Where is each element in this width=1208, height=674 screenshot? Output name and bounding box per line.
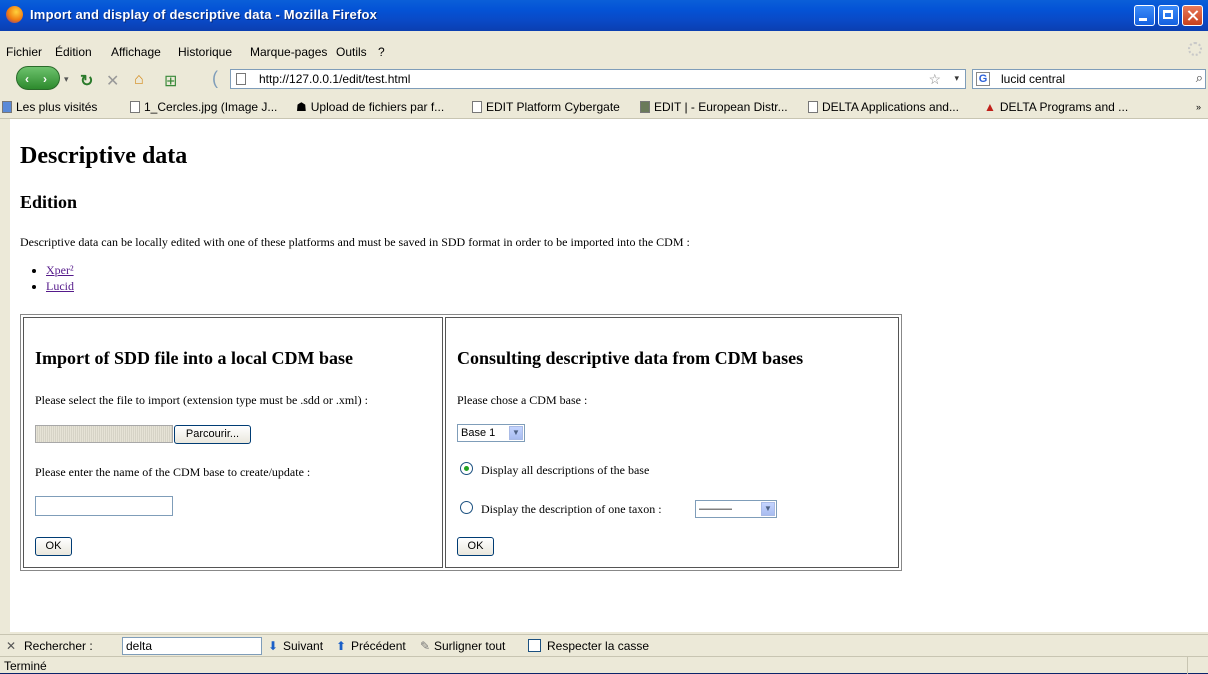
page-icon: [808, 101, 818, 113]
radio-all-label: Display all descriptions of the base: [481, 463, 650, 477]
list-item: Xper²: [46, 263, 74, 279]
status-text: Terminé: [4, 659, 47, 673]
base-select-label: Please chose a CDM base :: [457, 393, 588, 407]
page-icon: [472, 101, 482, 113]
chevron-down-icon[interactable]: ▼: [761, 502, 775, 516]
menu-fichier[interactable]: Fichier: [6, 45, 42, 59]
page-content: Descriptive data Edition Descriptive dat…: [10, 119, 1208, 632]
browse-button[interactable]: Parcourir...: [174, 425, 251, 444]
consult-panel: Consulting descriptive data from CDM bas…: [445, 317, 899, 568]
find-input-value[interactable]: delta: [126, 639, 152, 653]
bookmark-delta-applications[interactable]: DELTA Applications and...: [808, 100, 959, 114]
search-input[interactable]: lucid central: [1001, 72, 1065, 86]
back-forward-button[interactable]: ‹ ›: [16, 66, 60, 90]
platform-links: Xper² Lucid: [24, 263, 74, 295]
chevron-down-icon[interactable]: ▼: [509, 426, 523, 440]
url-bracket-icon: (: [212, 68, 218, 88]
delta-triangle-icon: ▲: [984, 100, 996, 114]
page-title: Descriptive data: [20, 143, 188, 169]
google-engine-icon[interactable]: G: [976, 72, 990, 86]
address-bar[interactable]: http://127.0.0.1/edit/test.html ☆ ▾: [230, 69, 966, 89]
menu-affichage[interactable]: Affichage: [111, 45, 161, 59]
taxon-select[interactable]: ——— ▼: [695, 500, 777, 518]
radio-all-descriptions[interactable]: [460, 462, 473, 475]
link-lucid[interactable]: Lucid: [46, 279, 74, 293]
stop-icon[interactable]: ✕: [106, 71, 119, 91]
site-icon: [640, 101, 650, 113]
highlight-all-button[interactable]: Surligner tout: [434, 639, 505, 653]
minimize-button[interactable]: [1134, 5, 1155, 26]
maximize-button[interactable]: [1158, 5, 1179, 26]
menu-edition[interactable]: Édition: [55, 45, 92, 59]
import-ok-button[interactable]: OK: [35, 537, 72, 556]
find-previous-button[interactable]: Précédent: [351, 639, 406, 653]
consult-ok-button[interactable]: OK: [457, 537, 494, 556]
title-bar: Import and display of descriptive data -…: [0, 0, 1208, 31]
base-name-input[interactable]: [35, 496, 173, 516]
bookmark-folder-icon: [2, 101, 12, 113]
highlighter-icon[interactable]: ✎: [420, 639, 430, 653]
history-dropdown-icon[interactable]: ▾: [64, 74, 69, 85]
find-input[interactable]: delta: [122, 637, 262, 655]
consult-heading: Consulting descriptive data from CDM bas…: [457, 348, 804, 368]
link-xper2[interactable]: Xper²: [46, 263, 74, 277]
url-dropdown-icon[interactable]: ▾: [954, 73, 959, 84]
menu-outils[interactable]: Outils: [336, 45, 367, 59]
bookmark-edit-platform[interactable]: EDIT Platform Cybergate: [472, 100, 620, 114]
menu-bar: Fichier Édition Affichage Historique Mar…: [0, 42, 1208, 62]
match-case-label[interactable]: Respecter la casse: [547, 639, 649, 653]
file-path-input[interactable]: [35, 425, 173, 443]
resize-grip[interactable]: [1187, 657, 1208, 674]
page-icon: [236, 73, 246, 85]
bookmarks-toolbar: Les plus visités 1_Cercles.jpg (Image J.…: [0, 96, 1208, 119]
arrow-up-icon[interactable]: ⬆: [336, 639, 346, 653]
import-heading: Import of SDD file into a local CDM base: [35, 348, 353, 368]
window-title: Import and display of descriptive data -…: [30, 7, 378, 22]
url-text[interactable]: http://127.0.0.1/edit/test.html: [259, 72, 410, 86]
home-icon[interactable]: ⌂: [134, 71, 144, 89]
section-heading: Edition: [20, 192, 78, 212]
bookmark-cercles[interactable]: 1_Cercles.jpg (Image J...: [130, 100, 277, 114]
match-case-checkbox[interactable]: [528, 639, 541, 652]
status-bar: Terminé: [0, 656, 1208, 674]
radio-one-taxon[interactable]: [460, 501, 473, 514]
arrow-down-icon[interactable]: ⬇: [268, 639, 278, 653]
file-label: Please select the file to import (extens…: [35, 393, 368, 407]
close-find-bar-icon[interactable]: ✕: [6, 639, 16, 653]
search-box[interactable]: G lucid central ⌕: [972, 69, 1206, 89]
browser-window: Import and display of descriptive data -…: [0, 0, 1208, 674]
reload-icon[interactable]: ↻: [80, 71, 93, 91]
bookmarks-overflow-chevron[interactable]: »: [1196, 102, 1201, 112]
find-next-button[interactable]: Suivant: [283, 639, 323, 653]
throbber-icon: [1188, 42, 1202, 56]
page-icon: [130, 101, 140, 113]
search-icon[interactable]: ⌕: [1196, 70, 1203, 86]
taxon-select-value: ———: [699, 503, 732, 515]
bookmark-edit-european[interactable]: EDIT | - European Distr...: [640, 100, 788, 114]
menu-help[interactable]: ?: [378, 45, 385, 59]
close-window-button[interactable]: [1182, 5, 1203, 26]
intro-text: Descriptive data can be locally edited w…: [20, 235, 690, 249]
radio-one-label: Display the description of one taxon :: [481, 502, 662, 516]
forward-arrow-icon[interactable]: ›: [43, 72, 47, 86]
bookmark-delta-programs[interactable]: ▲ DELTA Programs and ...: [984, 100, 1128, 114]
find-label: Rechercher :: [24, 639, 93, 653]
mortarboard-icon: ☗: [296, 100, 307, 114]
back-arrow-icon[interactable]: ‹: [25, 72, 29, 86]
firefox-logo-icon: [6, 6, 23, 23]
bookmark-star-icon[interactable]: ☆: [928, 71, 941, 88]
forms-table: Import of SDD file into a local CDM base…: [20, 314, 902, 571]
list-item: Lucid: [46, 279, 74, 295]
menu-historique[interactable]: Historique: [178, 45, 232, 59]
base-select[interactable]: Base 1 ▼: [457, 424, 525, 442]
bookmark-upload[interactable]: ☗ Upload de fichiers par f...: [296, 100, 444, 114]
bookmark-most-visited[interactable]: Les plus visités: [2, 100, 97, 114]
base-name-label: Please enter the name of the CDM base to…: [35, 465, 311, 479]
new-tab-icon[interactable]: ⊞: [164, 71, 177, 91]
menu-marque-pages[interactable]: Marque-pages: [250, 45, 327, 59]
base-select-value: Base 1: [461, 427, 496, 439]
import-panel: Import of SDD file into a local CDM base…: [23, 317, 443, 568]
